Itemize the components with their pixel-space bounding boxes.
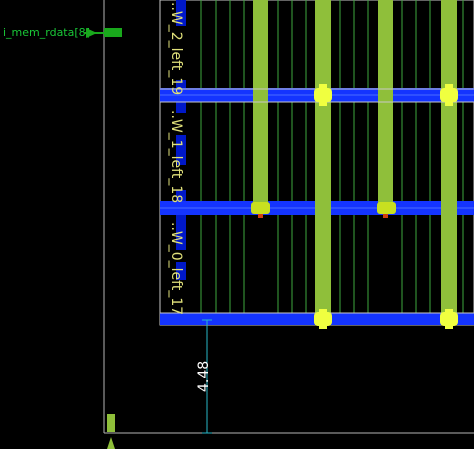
ruler-value: 4.48 bbox=[196, 361, 212, 392]
instance-label[interactable]: ..W_0_left_17 bbox=[168, 222, 184, 315]
thin-wires bbox=[200, 0, 464, 318]
bottom-pin-shape[interactable] bbox=[107, 414, 115, 432]
power-strap[interactable] bbox=[441, 0, 457, 320]
power-strap[interactable] bbox=[253, 0, 268, 208]
instance-label[interactable]: ..W_1_left_18 bbox=[168, 110, 184, 203]
pin-shape[interactable] bbox=[104, 28, 122, 37]
power-strap[interactable] bbox=[378, 0, 393, 208]
layout-canvas[interactable]: i_mem_rdata[8] ..W_2_left_19 ..W_1_left_… bbox=[0, 0, 474, 449]
bottom-pin-arrow-icon bbox=[107, 437, 115, 449]
layout-svg: ..W_2_left_19 ..W_1_left_18 ..W_0_left_1… bbox=[84, 0, 474, 449]
instance-label[interactable]: ..W_2_left_19 bbox=[168, 2, 184, 95]
power-strap[interactable] bbox=[315, 0, 331, 320]
